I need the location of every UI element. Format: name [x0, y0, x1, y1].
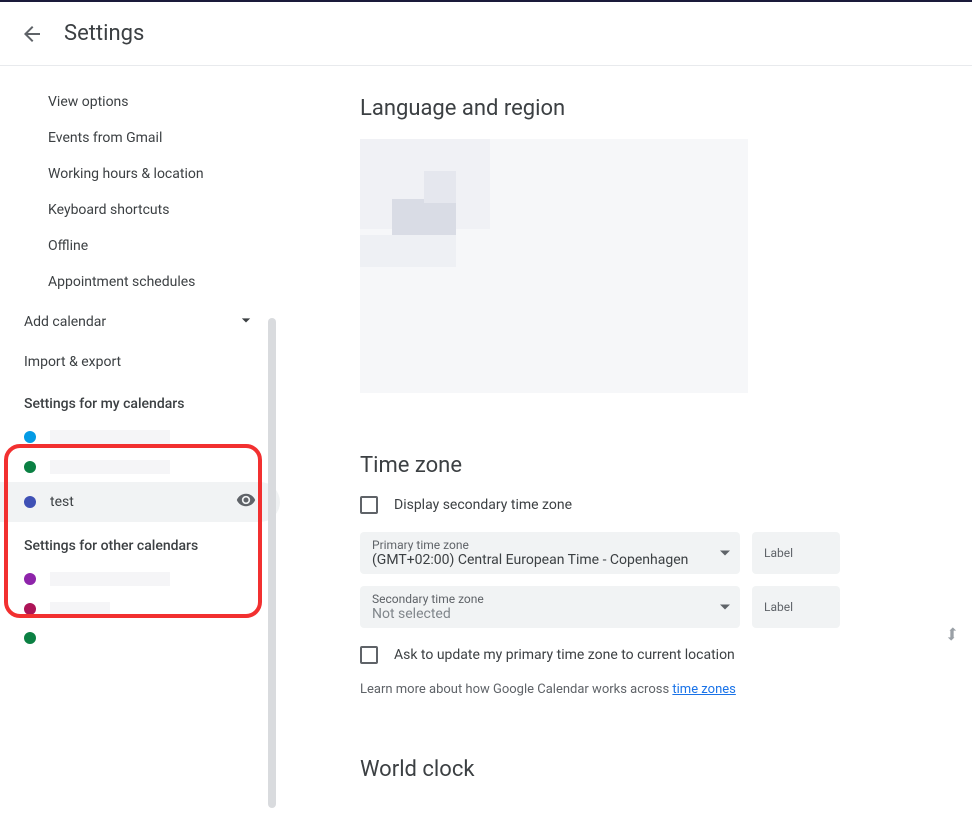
- world-clock-title: World clock: [360, 757, 932, 782]
- calendar-color-dot: [24, 632, 36, 644]
- calendar-color-dot: [24, 461, 36, 473]
- calendar-label-redacted: [50, 602, 110, 616]
- swap-timezones-icon[interactable]: [942, 624, 962, 648]
- caret-down-icon: [720, 551, 730, 556]
- main-content: Language and region Time zone Display se…: [280, 66, 972, 815]
- primary-tz-value: (GMT+02:00) Central European Time - Cope…: [372, 552, 728, 568]
- calendar-item[interactable]: [0, 624, 280, 652]
- secondary-tz-label-input[interactable]: Label: [752, 586, 840, 628]
- display-secondary-label: Display secondary time zone: [394, 497, 572, 513]
- sidebar-item-import-export[interactable]: Import & export: [0, 344, 280, 380]
- sidebar-item-add-calendar[interactable]: Add calendar: [0, 300, 280, 344]
- learn-more-text: Learn more about how Google Calendar wor…: [360, 682, 932, 697]
- primary-tz-label-input[interactable]: Label: [752, 532, 840, 574]
- calendar-color-dot: [24, 496, 36, 508]
- settings-sidebar: View options Events from Gmail Working h…: [0, 66, 280, 815]
- time-zone-title: Time zone: [360, 453, 932, 478]
- ask-update-checkbox[interactable]: [360, 646, 378, 664]
- display-secondary-checkbox[interactable]: [360, 496, 378, 514]
- calendar-color-dot: [24, 431, 36, 443]
- display-secondary-row: Display secondary time zone: [360, 496, 932, 514]
- calendar-item[interactable]: [0, 594, 280, 624]
- calendar-color-dot: [24, 573, 36, 585]
- language-region-title: Language and region: [360, 96, 932, 121]
- calendar-item[interactable]: [0, 452, 280, 482]
- calendar-color-dot: [24, 603, 36, 615]
- sidebar-item-offline[interactable]: Offline: [0, 228, 280, 264]
- secondary-tz-value: Not selected: [372, 606, 728, 622]
- calendar-item-test[interactable]: test: [0, 482, 280, 522]
- calendar-label-redacted: [50, 430, 170, 444]
- ask-update-row: Ask to update my primary time zone to cu…: [360, 646, 932, 664]
- calendar-label: test: [50, 494, 236, 510]
- calendar-label-redacted: [50, 460, 170, 474]
- sidebar-item-working-hours[interactable]: Working hours & location: [0, 156, 280, 192]
- back-arrow-icon[interactable]: [20, 22, 44, 46]
- other-calendars-heading: Settings for other calendars: [0, 522, 280, 564]
- secondary-tz-label: Secondary time zone: [372, 592, 728, 606]
- primary-timezone-select[interactable]: Primary time zone (GMT+02:00) Central Eu…: [360, 532, 740, 574]
- sidebar-item-appointment-schedules[interactable]: Appointment schedules: [0, 264, 280, 300]
- ask-update-label: Ask to update my primary time zone to cu…: [394, 647, 735, 663]
- calendar-label-redacted: [50, 572, 170, 586]
- eye-icon[interactable]: [236, 490, 256, 514]
- page-title: Settings: [64, 21, 144, 46]
- my-calendars-heading: Settings for my calendars: [0, 380, 280, 422]
- primary-tz-label: Primary time zone: [372, 538, 728, 552]
- redacted-content: [360, 139, 748, 393]
- caret-down-icon: [720, 605, 730, 610]
- calendar-item[interactable]: [0, 564, 280, 594]
- sidebar-item-events-from-gmail[interactable]: Events from Gmail: [0, 120, 280, 156]
- settings-header: Settings: [0, 2, 972, 66]
- chevron-down-icon: [236, 310, 256, 334]
- add-calendar-label: Add calendar: [24, 314, 106, 330]
- import-export-label: Import & export: [24, 354, 121, 370]
- scrollbar[interactable]: [268, 318, 276, 808]
- sidebar-item-view-options[interactable]: View options: [0, 84, 280, 120]
- calendar-item[interactable]: [0, 422, 280, 452]
- sidebar-item-keyboard-shortcuts[interactable]: Keyboard shortcuts: [0, 192, 280, 228]
- secondary-timezone-select[interactable]: Secondary time zone Not selected: [360, 586, 740, 628]
- time-zones-link[interactable]: time zones: [672, 682, 735, 697]
